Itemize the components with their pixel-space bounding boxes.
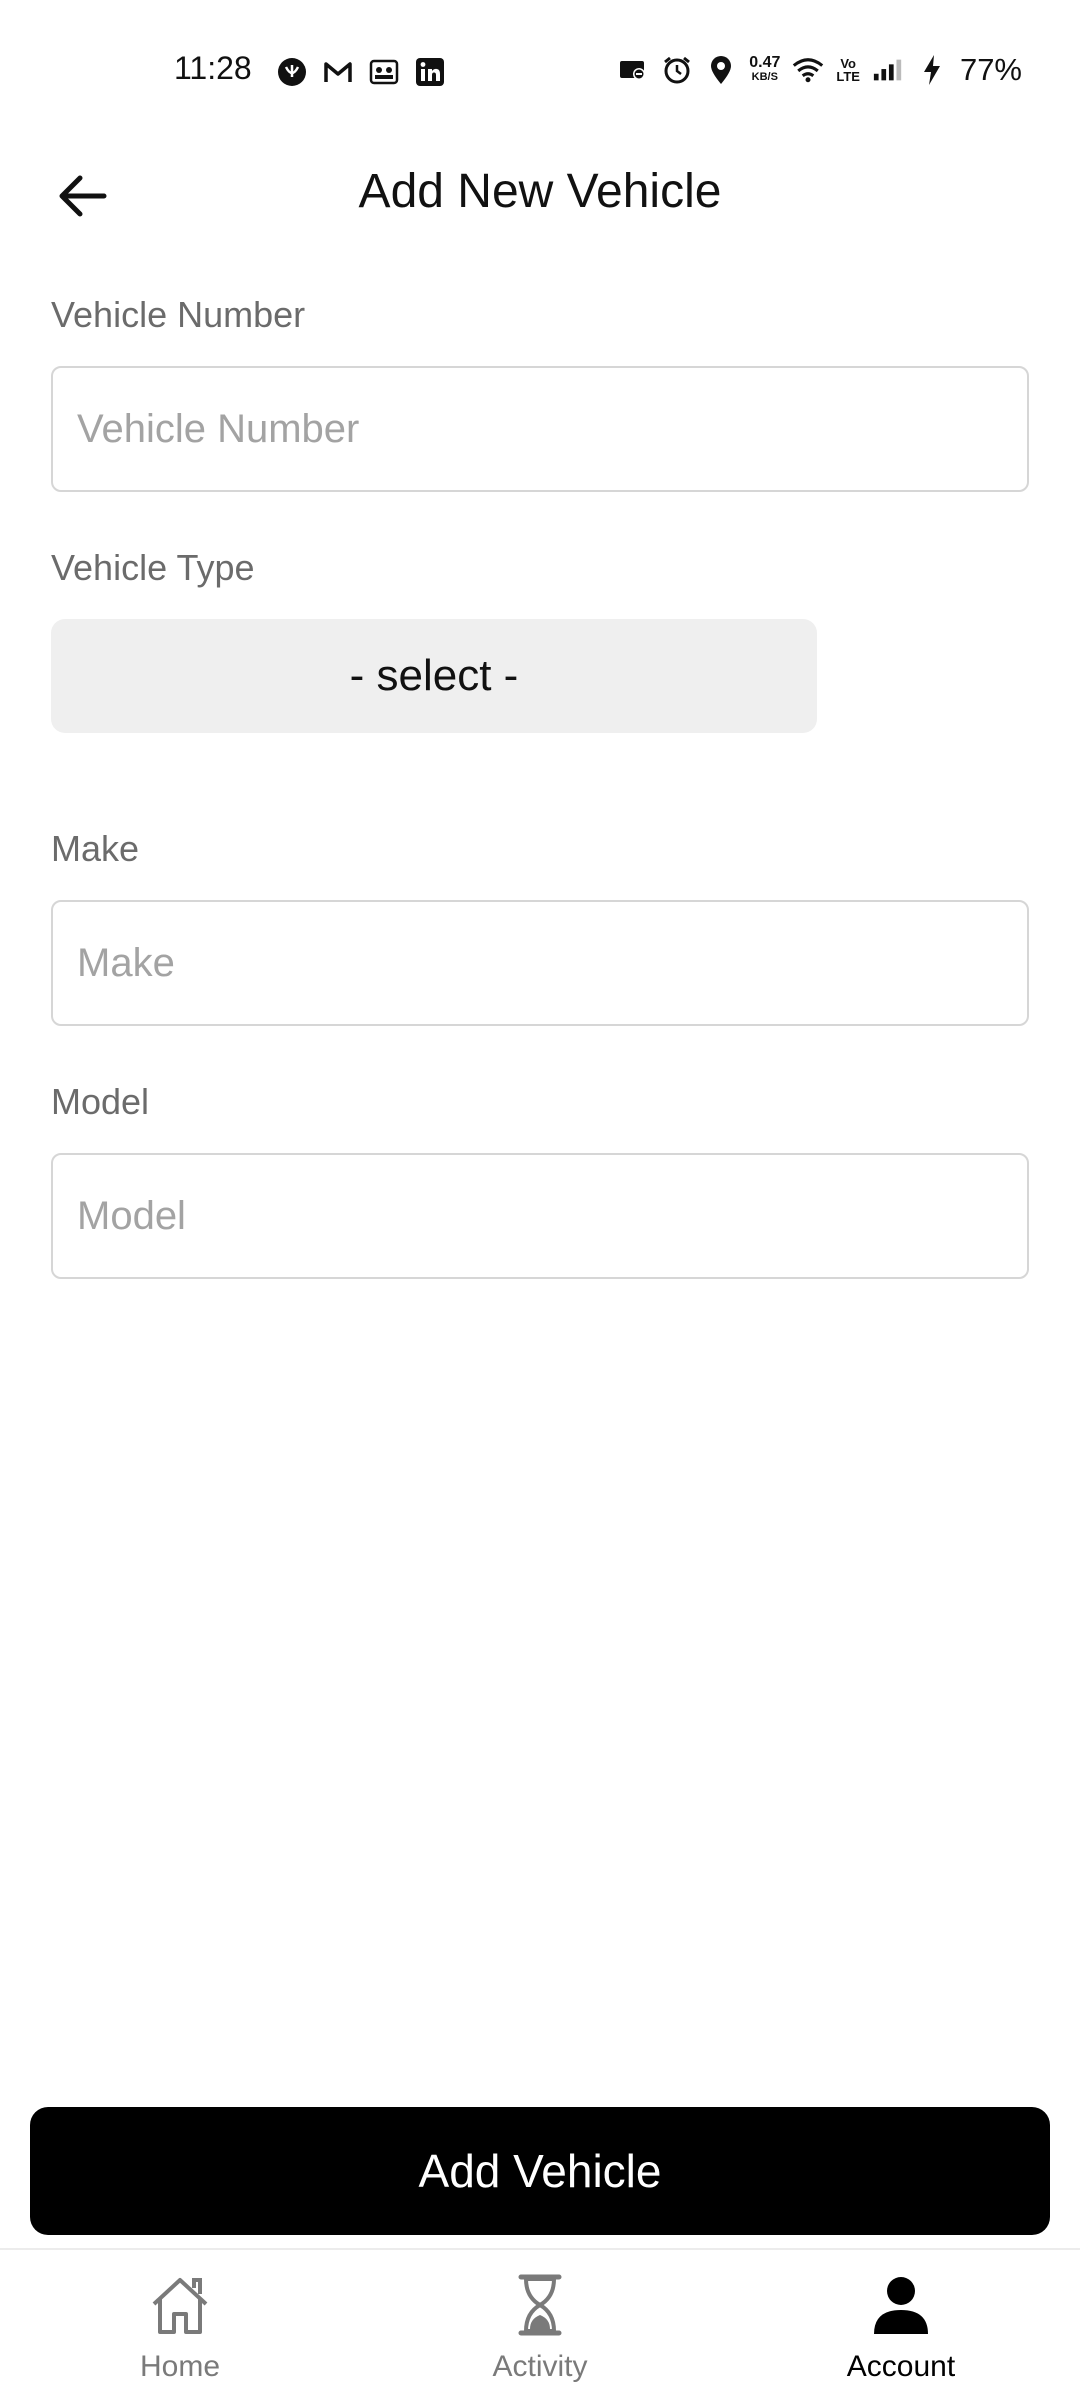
make-input[interactable] [51,900,1029,1026]
battery-percentage: 77% [959,52,1022,87]
app-notification-icon [276,56,308,88]
volte-bottom: LTE [836,69,860,84]
vehicle-number-input[interactable] [51,366,1029,492]
vehicle-number-label: Vehicle Number [51,294,306,335]
vehicle-type-selected-value: - select - [349,651,519,700]
nav-label-account: Account [846,2350,956,2383]
net-speed: 0.47 KB/S [749,54,781,84]
nav-label-activity: Activity [492,2350,588,2383]
vehicle-type-select[interactable]: - select - [51,619,817,733]
bottom-navigation: Home Activity Account [0,2248,1080,2400]
home-icon [145,2270,215,2340]
nav-item-home[interactable]: Home [60,2250,300,2400]
status-bar: 11:28 0.47 KB/S Vo LTE 77% [0,0,1080,140]
hourglass-icon [505,2270,575,2340]
alarm-icon [661,54,693,86]
wifi-icon [792,54,824,86]
nav-label-home: Home [139,2350,221,2383]
location-icon [705,54,737,86]
make-label: Make [51,828,140,869]
add-vehicle-screen: 11:28 0.47 KB/S Vo LTE 77% Add New Vehic… [0,0,1080,2400]
model-label: Model [51,1081,150,1122]
net-speed-value: 0.47 [749,54,781,71]
meetup-icon [368,56,400,88]
nav-item-activity[interactable]: Activity [420,2250,660,2400]
page-title: Add New Vehicle [358,165,722,218]
person-icon [866,2270,936,2340]
linkedin-icon [414,56,446,88]
status-system-icons: 0.47 KB/S Vo LTE 77% [617,52,1022,88]
status-notification-icons [276,56,446,88]
gmail-icon [322,56,354,88]
add-vehicle-button[interactable]: Add Vehicle [30,2107,1050,2235]
net-speed-unit: KB/S [751,71,778,83]
screen-cast-icon [617,54,649,86]
charging-icon [916,54,948,86]
model-input[interactable] [51,1153,1029,1279]
nav-item-account[interactable]: Account [781,2250,1021,2400]
volte-indicator: Vo LTE [836,57,860,83]
vehicle-type-label: Vehicle Type [51,547,255,588]
signal-icon [872,54,904,86]
app-header: Add New Vehicle [0,140,1080,240]
status-time: 11:28 [174,50,252,86]
